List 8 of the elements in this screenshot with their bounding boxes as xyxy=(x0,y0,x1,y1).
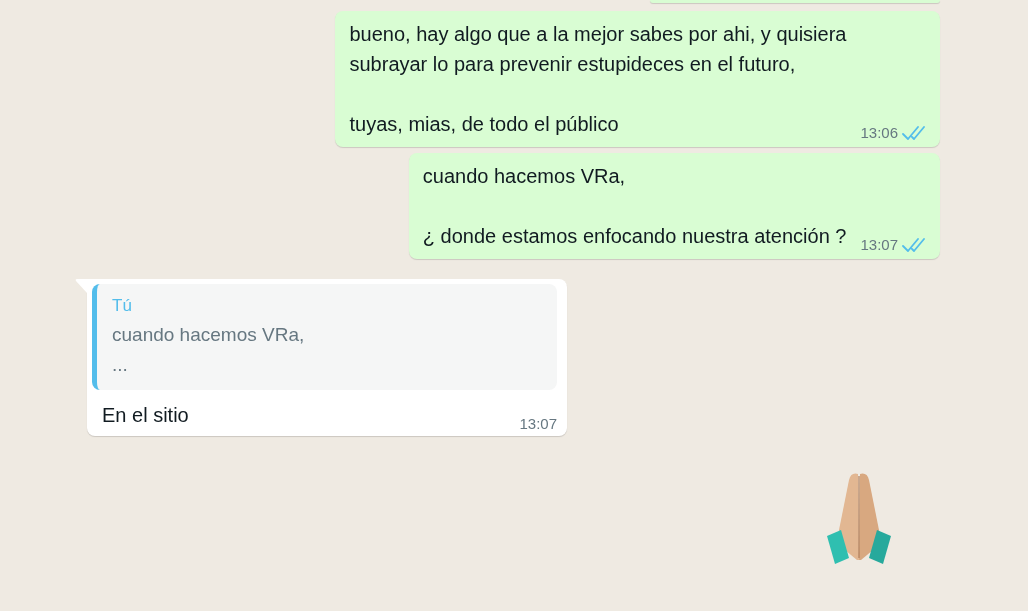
quote-author: Tú xyxy=(112,295,133,317)
message-text: cuando hacemos VRa, ¿ donde estamos enfocando nuestra atención ? xyxy=(422,164,847,249)
message-text: En el sitio xyxy=(102,403,189,428)
message-time: 13:07 xyxy=(519,415,557,432)
quoted-message[interactable]: Tú cuando hacemos VRa, ... xyxy=(92,284,557,390)
message-time: 13:06 xyxy=(860,124,898,141)
quote-text: cuando hacemos VRa, ... xyxy=(112,323,306,377)
message-time: 13:07 xyxy=(860,236,898,253)
